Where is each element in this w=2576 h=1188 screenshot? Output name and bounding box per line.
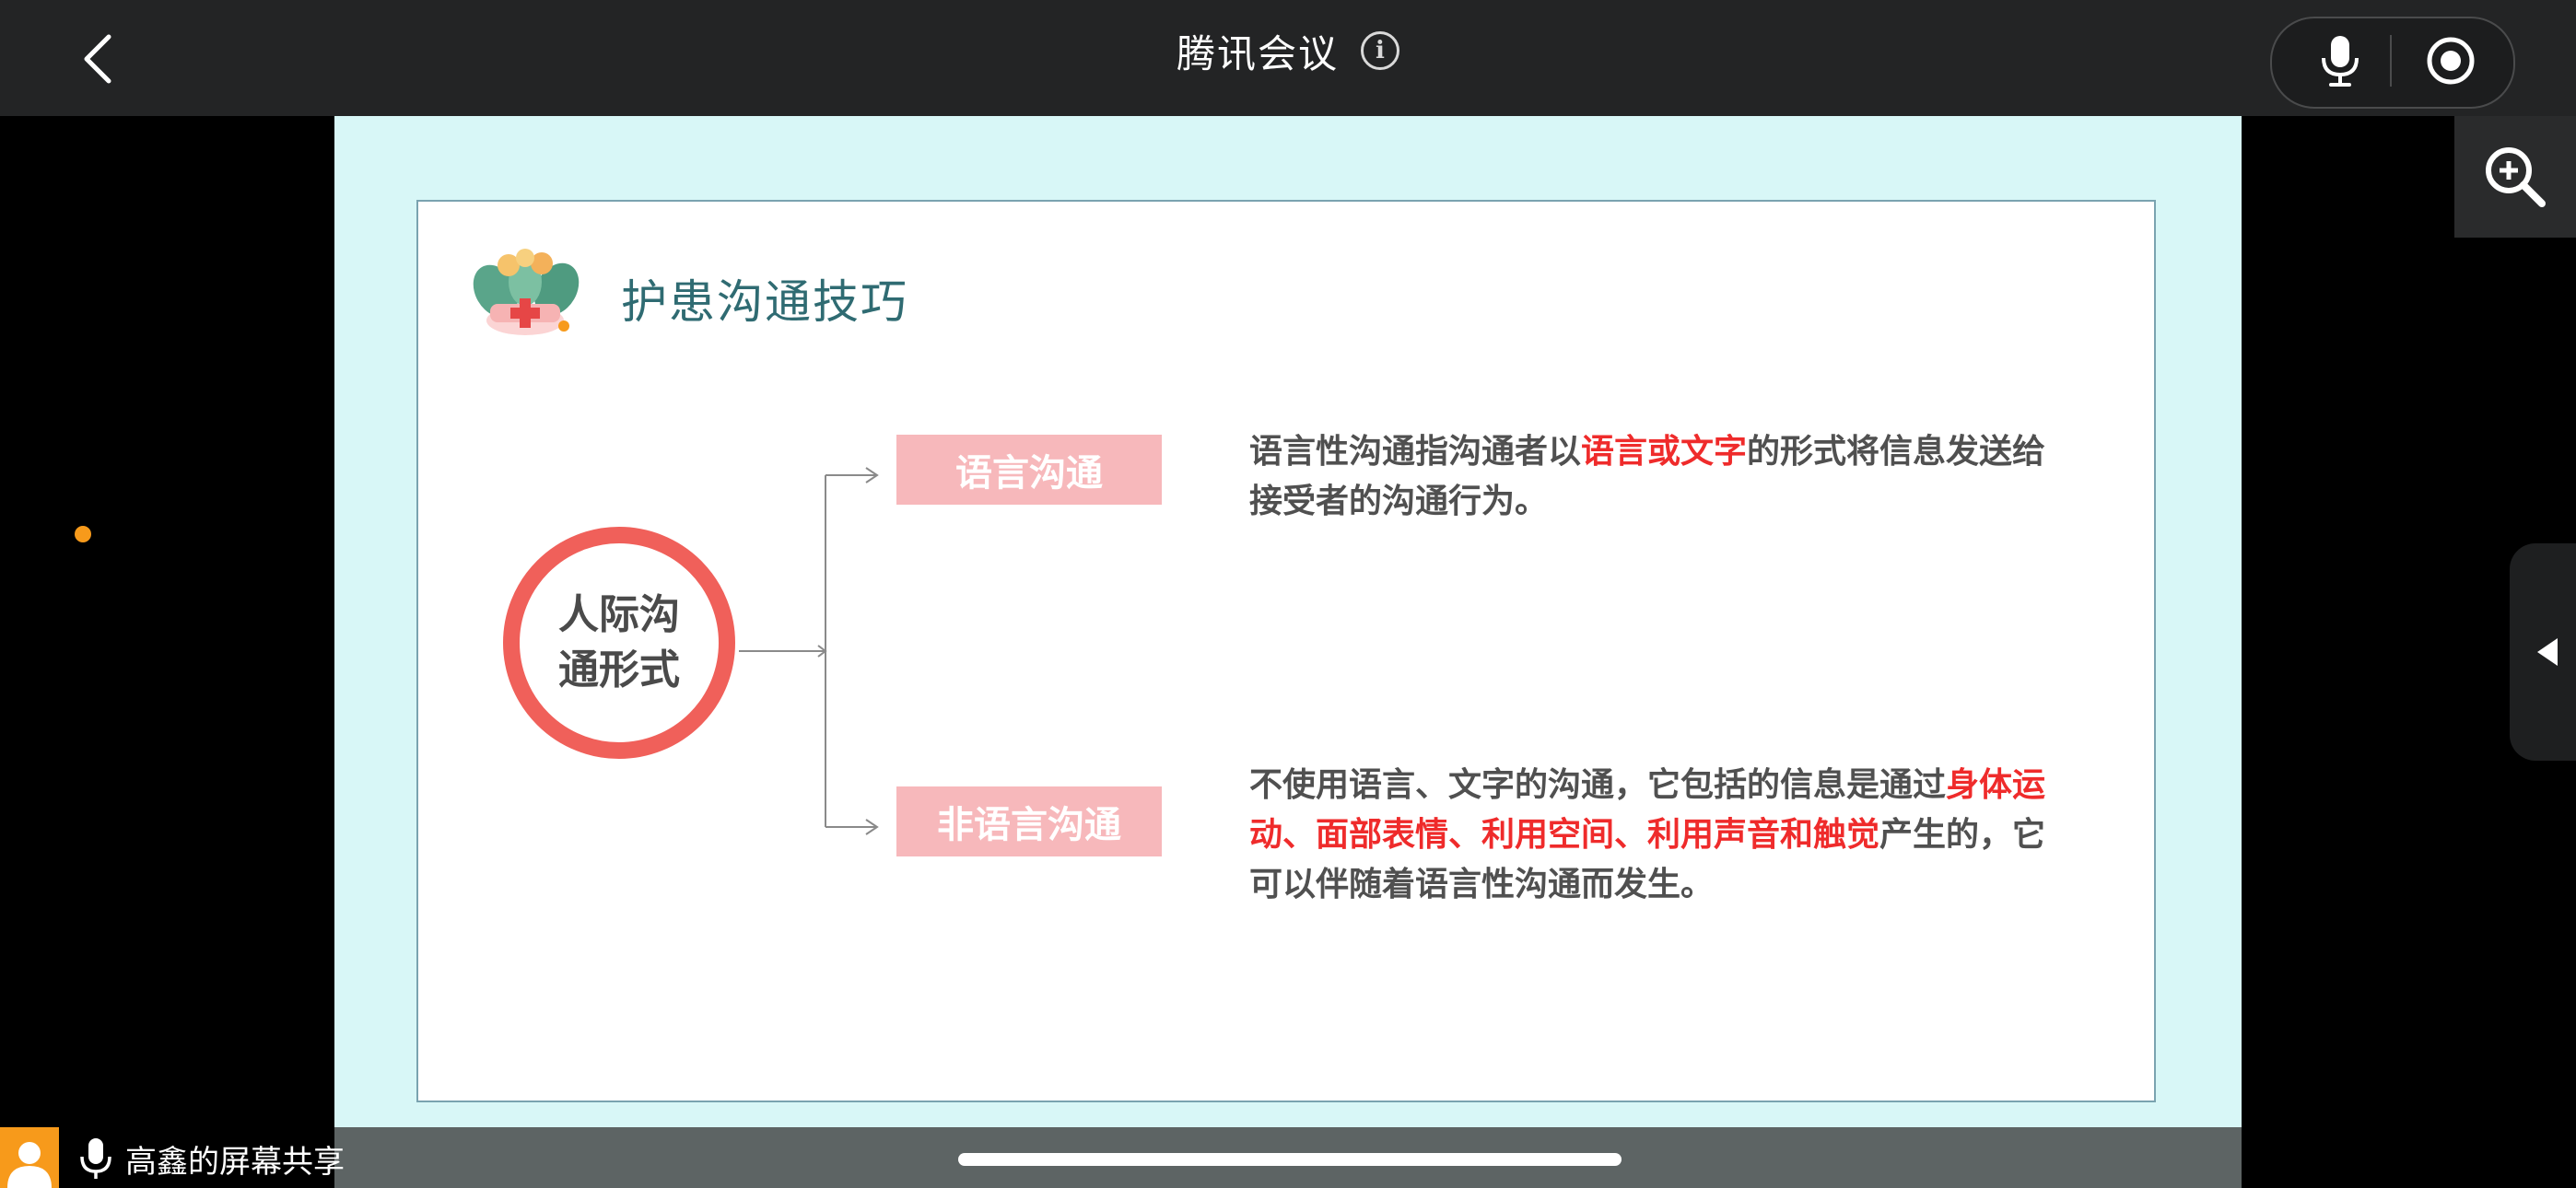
info-icon[interactable]: i	[1361, 31, 1399, 70]
home-indicator[interactable]	[958, 1153, 1622, 1166]
zoom-in-icon	[2486, 147, 2546, 207]
screen-share-label: 高鑫的屏幕共享	[125, 1144, 345, 1181]
branch-box-verbal: 语言沟通	[896, 435, 1162, 505]
center-label: 人际沟 通形式	[550, 588, 688, 698]
status-dot	[75, 526, 91, 542]
meeting-title: 腾讯会议	[1176, 30, 1339, 76]
mic-button[interactable]	[2303, 26, 2377, 96]
title-area: 腾讯会议 i	[0, 0, 2576, 101]
zoom-button[interactable]	[2454, 116, 2576, 238]
avatar	[0, 1127, 59, 1188]
desc-text: 语言性沟通指沟通者以	[1249, 433, 1582, 471]
medical-flower-icon	[468, 245, 582, 344]
pill-divider	[2390, 35, 2392, 87]
desc-highlight: 语言或文字	[1581, 433, 1748, 471]
center-label-line: 通形式	[558, 646, 680, 693]
triangle-left-icon	[2537, 638, 2558, 666]
microphone-icon	[79, 1136, 112, 1181]
person-icon	[7, 1142, 52, 1188]
center-circle: 人际沟 通形式	[503, 527, 735, 759]
desc-text: 不使用语言、文字的沟通，它包括的信息是通过	[1249, 766, 1947, 804]
record-button[interactable]	[2414, 26, 2488, 96]
verbal-description: 语言性沟通指沟通者以语言或文字的形式将信息发送给接受者的沟通行为。	[1249, 427, 2060, 527]
record-icon	[2427, 37, 2475, 85]
center-label-line: 人际沟	[558, 591, 680, 638]
collapse-panel-tab[interactable]	[2510, 543, 2576, 761]
microphone-icon	[2322, 36, 2359, 87]
connector-lines	[739, 467, 879, 835]
nonverbal-description: 不使用语言、文字的沟通，它包括的信息是通过身体运动、面部表情、利用空间、利用声音…	[1249, 761, 2078, 910]
branch-box-nonverbal: 非语言沟通	[896, 786, 1162, 856]
slide-title: 护患沟通技巧	[621, 275, 908, 329]
